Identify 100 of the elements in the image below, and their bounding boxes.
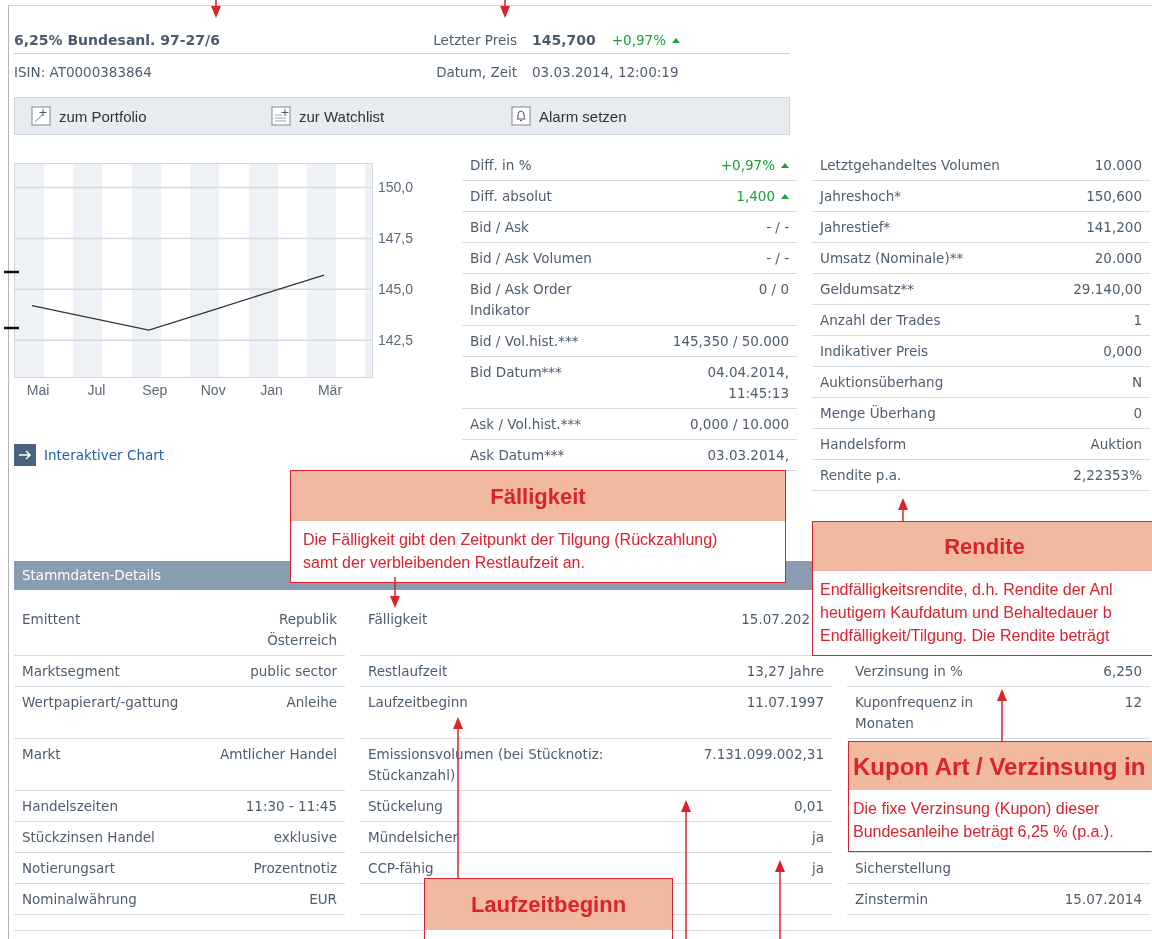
row-label: Bid / Vol.hist.*** [470,332,579,351]
row-label: Bid Datum*** [470,363,562,382]
field-value: 11.07.1997 [746,693,824,712]
axis-label: 145,0 [378,281,414,298]
field-label: Restlaufzeit [368,662,448,681]
axis-label: Mai [26,382,50,398]
callout-text: Die fixe Verzinsung (Kupon) dieser [853,799,1101,819]
row-value: 145,350 / 50.000 [672,332,789,351]
field-label: Stückzinsen Handel [22,828,155,847]
arrow [500,0,510,18]
field-label: Fälligkeit [368,610,428,629]
row-label: Geldumsatz** [820,280,914,299]
callout-text: Bundesanleihe beträgt 6,25 % (p.a.). [853,822,1115,842]
row-value: Auktion [1090,435,1142,454]
row-label: Ask / Vol.hist.*** [470,415,581,434]
row-value: 03.03.2014, [707,446,789,465]
callout-text: Endfälligkeit/Tilgung. Die Rendite beträgt [820,626,1111,646]
axis-label: Sep [142,382,168,398]
row-label: Letztgehandeltes Volumen [820,156,1000,175]
field-value: 6,250 [1103,662,1142,681]
price-change: +0,97% [611,30,680,53]
field-label: Stückelung [368,797,443,816]
row-value: 04.04.2014, 11:45:13 [706,363,789,403]
row-label: Diff. in % [470,156,532,175]
field-label: Notierungsart [22,859,116,878]
axis-label: Jan [260,382,283,398]
up-triangle-icon [781,194,789,199]
row-label: Ask Datum*** [470,446,565,465]
callout-title: Rendite [944,536,1025,557]
field-value: ja [811,859,824,878]
row-value: 141,200 [1086,218,1142,237]
row-label: Handelsform [820,435,907,454]
axis-label: 147,5 [378,230,414,247]
bond-title: 6,25% Bundesanl. 97-27/6 [14,32,220,48]
field-value: exklusive [273,828,337,847]
row-value: 0,000 / 10.000 [690,415,789,434]
field-label: Nominalwährung [22,890,137,909]
field-label: Sicherstellung [855,859,951,878]
price-value: 145,700 [532,31,596,50]
callout-title: Fälligkeit [490,485,586,507]
row-label: Rendite p.a. [820,466,902,485]
arrow [211,0,221,18]
row-value: 1,400 [736,186,789,207]
field-value: public sector [250,662,337,681]
field-label: Verzinsung in % [855,662,963,681]
row-label: Diff. absolut [470,187,552,206]
row-value: 10.000 [1094,156,1142,175]
field-value: Amtlicher Handel [220,745,337,764]
field-label: CCP-fähig [368,859,434,878]
row-label: Bid / Ask [470,218,529,237]
up-triangle-icon [671,38,680,43]
row-label: Auktionsüberhang [820,373,944,392]
axis-label: Mär [317,382,343,398]
field-value: 15.07.202 [741,610,810,629]
toolbar-button[interactable]: Alarm setzen [511,98,751,134]
axis-label: Nov [200,382,226,398]
field-label: Wertpapierart/-gattung [22,693,179,712]
field-value: 0,01 [793,797,824,816]
row-value: - / - [766,218,789,237]
field-label: Handelszeiten [22,797,118,816]
toolbar-button[interactable]: zum Portfolio [31,98,271,134]
row-value: 0,000 [1103,342,1142,361]
field-label: Datum, Zeit [435,63,517,82]
field-value: 15.07.2014 [1064,890,1142,909]
field-value: 12 [1124,693,1142,712]
row-value: 1 [1133,311,1142,330]
field-value: Prozentnotiz [253,859,337,878]
row-label: Umsatz (Nominale)** [820,249,964,268]
axis-label: 142,5 [378,332,414,349]
callout-title: Laufzeitbeginn [470,894,627,915]
row-value: N [1131,373,1142,392]
row-value: +0,97% [720,155,789,176]
field-value: Republik Österreich [266,610,337,650]
row-value: 2,22353% [1073,466,1142,485]
row-value: 20.000 [1094,249,1142,268]
field-value: Anleihe [286,693,337,712]
toolbar-button[interactable]: zur Watchlist [271,98,511,134]
chart-link[interactable]: Interaktiver Chart [14,444,462,466]
field-value: 13,27 Jahre [746,662,824,681]
list-plus-icon [271,106,291,126]
field-value: EUR [309,890,337,909]
field-value: ja [811,828,824,847]
up-triangle-icon [781,163,789,168]
field-value: 7.131.099.002,31 [703,745,824,764]
row-value: 0 / 0 [758,280,789,299]
bell-icon [511,106,531,126]
field-label: Emittent [22,610,81,629]
axis-label: Jul [87,382,106,398]
field-label: Laufzeitbeginn [368,693,468,712]
field-label: Zinstermin [855,890,928,909]
row-value: 0 [1133,404,1142,423]
field-label: Letzter Preis [432,31,517,50]
row-value: - / - [766,249,789,268]
chart-plus-icon [31,106,51,126]
row-label: Jahrestief* [820,218,891,237]
row-label: Jahreshoch* [820,187,901,206]
tick-marks-drawing [4,268,20,330]
field-label: Markt [22,745,61,764]
field-value: 11:30 - 11:45 [245,797,337,816]
axis-label: 150,0 [378,179,414,196]
